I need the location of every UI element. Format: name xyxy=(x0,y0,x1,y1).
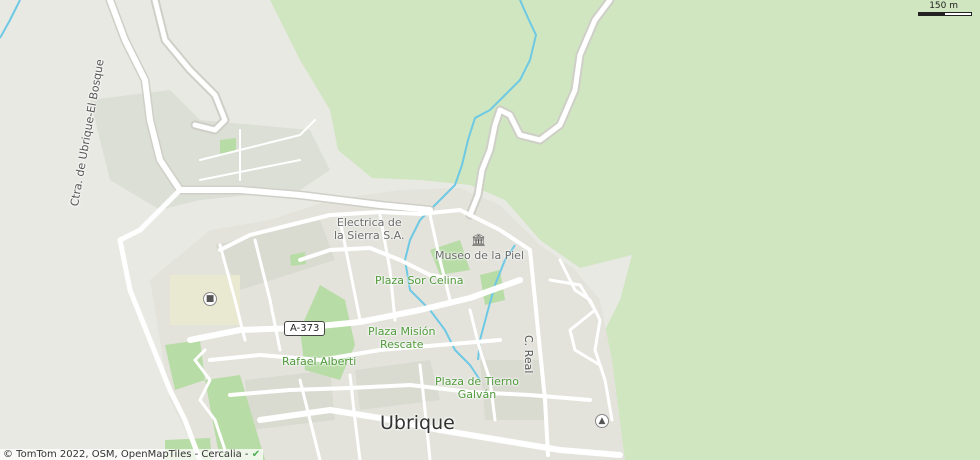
park-label-tierno-galvan: Plaza de Tierno Galván xyxy=(435,375,519,401)
scale-bar xyxy=(918,12,972,16)
poi-label-electrica: Electrica de la Sierra S.A. xyxy=(334,216,405,242)
park-label-rafael-alberti: Rafael Alberti xyxy=(282,355,357,368)
park-label-tierno-line2: Galván xyxy=(457,388,497,401)
church-icon[interactable]: ▲ xyxy=(595,414,609,428)
poi-label-museo: Museo de la Piel xyxy=(435,249,524,262)
road-label-c-real: C. Real xyxy=(522,335,535,374)
poi-label-electrica-line2: la Sierra S.A. xyxy=(334,229,405,242)
attribution-text: © TomTom 2022, OSM, OpenMapTiles - Cerca… xyxy=(3,449,249,460)
park-label-tierno-line1: Plaza de Tierno xyxy=(435,375,519,388)
park-label-mision-rescate: Plaza Misión Rescate xyxy=(368,325,435,351)
city-label: Ubrique xyxy=(380,412,455,434)
scale-label: 150 m xyxy=(929,1,958,11)
park-label-sor-celina: Plaza Sor Celina xyxy=(375,274,464,287)
cercalia-logo-icon[interactable]: ✔ xyxy=(252,449,260,460)
museum-icon[interactable]: 🏛 xyxy=(471,234,486,248)
attribution: © TomTom 2022, OSM, OpenMapTiles - Cerca… xyxy=(0,449,264,460)
poi-label-electrica-line1: Electrica de xyxy=(336,216,402,229)
road-shield-a373: A-373 xyxy=(284,321,326,336)
stadium-icon[interactable]: ■ xyxy=(203,292,217,306)
park-label-mision-line1: Plaza Misión xyxy=(368,325,436,338)
park-label-mision-line2: Rescate xyxy=(379,338,424,351)
